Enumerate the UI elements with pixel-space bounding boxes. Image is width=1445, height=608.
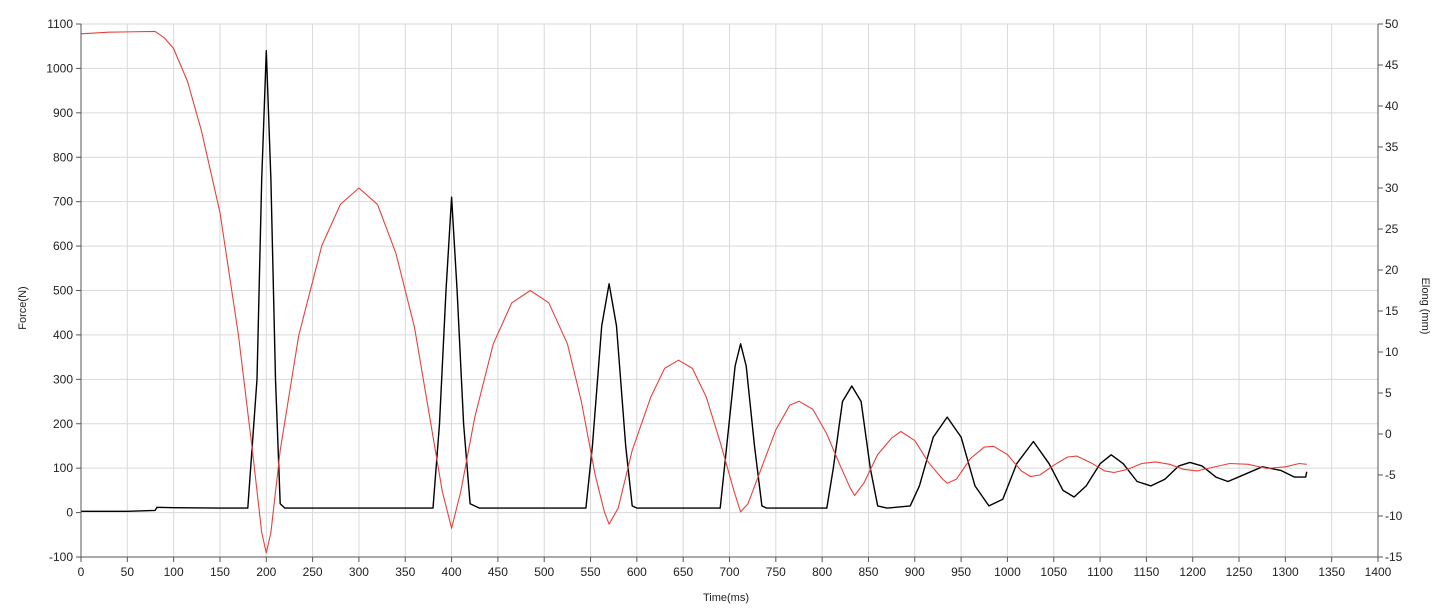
x-tick-label: 750 bbox=[766, 565, 786, 579]
y-left-tick-label: 1100 bbox=[47, 17, 73, 31]
y-left-tick-label: 900 bbox=[53, 106, 73, 120]
y-left-axis-title: Force(N) bbox=[17, 286, 29, 329]
x-axis-title: Time(ms) bbox=[703, 592, 749, 604]
y-right-tick-label: 20 bbox=[1385, 263, 1399, 277]
x-tick-label: 550 bbox=[581, 565, 601, 579]
x-tick-label: 100 bbox=[164, 565, 184, 579]
x-tick-label: 350 bbox=[395, 565, 415, 579]
y-right-tick-label: 35 bbox=[1385, 140, 1399, 154]
y-left-tick-label: 200 bbox=[53, 417, 73, 431]
x-tick-label: 200 bbox=[256, 565, 276, 579]
series-layer bbox=[81, 30, 1308, 554]
y-right-tick-label: 10 bbox=[1385, 345, 1399, 359]
x-tick-label: 400 bbox=[442, 565, 462, 579]
y-left-tick-label: 800 bbox=[53, 150, 73, 164]
y-right-tick-label: 50 bbox=[1385, 17, 1399, 31]
x-tick-label: 1050 bbox=[1040, 565, 1067, 579]
y-left-tick-label: 1000 bbox=[46, 61, 73, 75]
x-tick-label: 1250 bbox=[1226, 565, 1253, 579]
y-right-tick-label: -5 bbox=[1385, 468, 1396, 482]
y-left-tick-label: 300 bbox=[53, 372, 73, 386]
y-left-tick-label: 100 bbox=[53, 461, 73, 475]
x-tick-label: 950 bbox=[951, 565, 971, 579]
x-tick-label: 1200 bbox=[1179, 565, 1206, 579]
force-elongation-chart: 0 50 100 150 200 250 300 350 400 450 500 550 600 650 7… bbox=[17, 17, 1431, 604]
tick-labels: 0 50 100 150 200 250 300 350 400 450 500 550 600 650 7… bbox=[46, 17, 1402, 579]
x-tick-label: 600 bbox=[627, 565, 647, 579]
x-tick-label: 700 bbox=[719, 565, 739, 579]
x-tick-label: 1150 bbox=[1133, 565, 1159, 579]
x-tick-label: 300 bbox=[349, 565, 369, 579]
y-left-tick-label: 500 bbox=[53, 284, 73, 298]
y-right-axis-title: Elong (mm) bbox=[1419, 278, 1431, 335]
x-tick-label: 500 bbox=[534, 565, 554, 579]
x-tick-label: 900 bbox=[905, 565, 925, 579]
x-tick-label: 850 bbox=[858, 565, 878, 579]
x-tick-label: 0 bbox=[78, 565, 85, 579]
x-tick-label: 1000 bbox=[994, 565, 1021, 579]
y-right-tick-label: -10 bbox=[1385, 509, 1403, 523]
y-right-tick-label: -15 bbox=[1385, 550, 1403, 564]
x-tick-label: 650 bbox=[673, 565, 693, 579]
x-tick-label: 450 bbox=[488, 565, 508, 579]
y-right-tick-label: 45 bbox=[1385, 58, 1399, 72]
x-tick-label: 1350 bbox=[1318, 565, 1345, 579]
x-tick-label: 1300 bbox=[1272, 565, 1299, 579]
y-right-tick-label: 15 bbox=[1385, 304, 1399, 318]
y-right-tick-label: 40 bbox=[1385, 99, 1399, 113]
x-tick-label: 250 bbox=[303, 565, 323, 579]
y-left-tick-label: 600 bbox=[53, 239, 73, 253]
y-right-tick-label: 30 bbox=[1385, 181, 1399, 195]
x-tick-label: 1100 bbox=[1087, 565, 1113, 579]
y-left-tick-label: 700 bbox=[53, 195, 73, 209]
x-tick-label: 1400 bbox=[1365, 565, 1392, 579]
force-series-line bbox=[81, 50, 1308, 512]
y-left-tick-label: 0 bbox=[66, 506, 73, 520]
y-right-tick-label: 0 bbox=[1385, 427, 1392, 441]
x-tick-label: 150 bbox=[210, 565, 230, 579]
y-left-tick-label: 400 bbox=[53, 328, 73, 342]
y-right-tick-label: 5 bbox=[1385, 386, 1392, 400]
x-tick-label: 800 bbox=[812, 565, 832, 579]
y-left-tick-label: -100 bbox=[49, 550, 73, 564]
x-tick-label: 50 bbox=[121, 565, 135, 579]
y-right-tick-label: 25 bbox=[1385, 222, 1399, 236]
